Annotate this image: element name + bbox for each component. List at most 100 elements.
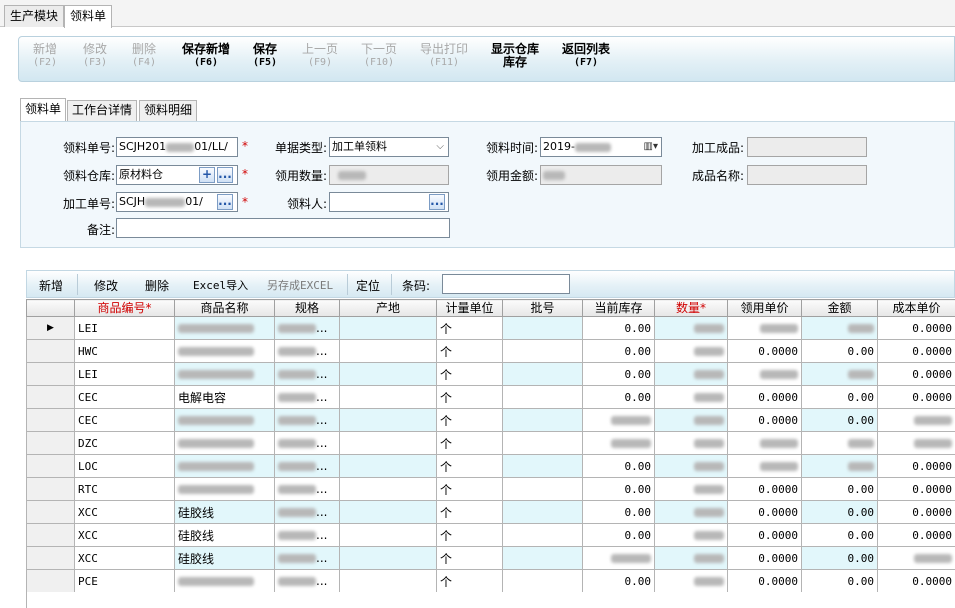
cell-cost-price[interactable]: 0.0000 xyxy=(877,569,955,593)
cell-spec[interactable]: ... xyxy=(274,477,340,501)
cell-stock[interactable] xyxy=(582,546,655,570)
cell-code[interactable]: RTC xyxy=(74,477,175,501)
cell-amount[interactable] xyxy=(801,362,878,386)
cell-quantity[interactable] xyxy=(654,339,728,363)
cell-unit-price[interactable] xyxy=(727,362,802,386)
cell-unit[interactable]: 个 xyxy=(436,500,503,524)
cell-code[interactable]: CEC xyxy=(74,385,175,409)
table-row[interactable]: HWC... 个 0.00 0.0000 0.00 0.0000 xyxy=(26,339,955,363)
tab-requisition-details[interactable]: 领料明细 xyxy=(139,100,198,121)
table-row[interactable]: LEI... 个 0.00 0.0000 xyxy=(26,362,955,386)
remark-field[interactable] xyxy=(116,218,450,238)
cell-stock[interactable]: 0.00 xyxy=(582,316,655,340)
cell-batch[interactable] xyxy=(502,385,583,409)
cell-unit-price[interactable]: 0.0000 xyxy=(727,500,802,524)
save-and-new-button[interactable]: 保存新增 (F6) xyxy=(179,43,233,69)
column-header-unit[interactable]: 计量单位 xyxy=(436,299,503,317)
cell-quantity[interactable] xyxy=(654,362,728,386)
cell-origin[interactable] xyxy=(339,523,437,547)
cell-code[interactable]: DZC xyxy=(74,431,175,455)
cell-amount[interactable]: 0.00 xyxy=(801,477,878,501)
work-order-field[interactable]: SCJH 01/ ... xyxy=(116,192,238,212)
cell-code[interactable]: HWC xyxy=(74,339,175,363)
barcode-input[interactable] xyxy=(442,274,570,294)
tab-workbench-details[interactable]: 工作台详情 xyxy=(67,100,138,121)
cell-stock[interactable]: 0.00 xyxy=(582,362,655,386)
cell-name[interactable] xyxy=(174,316,275,340)
table-row[interactable]: CEC 电解电容... 个 0.00 0.0000 0.00 0.0000 xyxy=(26,385,955,409)
row-selector[interactable] xyxy=(26,569,75,593)
table-row[interactable]: ▶ LEI... 个 0.00 0.0000 xyxy=(26,316,955,340)
cell-unit[interactable]: 个 xyxy=(436,477,503,501)
cell-code[interactable]: LOC xyxy=(74,454,175,478)
table-row[interactable]: XCC 硅胶线... 个 0.00 0.0000 0.00 0.0000 xyxy=(26,500,955,524)
back-to-list-button[interactable]: 返回列表 (F7) xyxy=(559,43,613,69)
delete-button[interactable]: 删除 (F4) xyxy=(129,43,159,69)
cell-unit[interactable]: 个 xyxy=(436,546,503,570)
cell-name[interactable]: 硅胶线 xyxy=(174,546,275,570)
cell-cost-price[interactable] xyxy=(877,431,955,455)
cell-name[interactable] xyxy=(174,339,275,363)
cell-batch[interactable] xyxy=(502,431,583,455)
cell-cost-price[interactable]: 0.0000 xyxy=(877,385,955,409)
cell-unit[interactable]: 个 xyxy=(436,385,503,409)
cell-quantity[interactable] xyxy=(654,569,728,593)
row-selector[interactable] xyxy=(26,454,75,478)
cell-unit[interactable]: 个 xyxy=(436,339,503,363)
cell-spec[interactable]: ... xyxy=(274,408,340,432)
table-row[interactable]: PCE... 个 0.00 0.0000 0.00 0.0000 xyxy=(26,569,955,593)
cell-amount[interactable] xyxy=(801,454,878,478)
table-row[interactable]: RTC... 个 0.00 0.0000 0.00 0.0000 xyxy=(26,477,955,501)
tab-requisition-form[interactable]: 领料单 xyxy=(20,98,67,121)
cell-spec[interactable]: ... xyxy=(274,431,340,455)
cell-name[interactable] xyxy=(174,362,275,386)
cell-code[interactable]: LEI xyxy=(74,316,175,340)
cell-spec[interactable]: ... xyxy=(274,500,340,524)
cell-stock[interactable] xyxy=(582,408,655,432)
column-header-stock[interactable]: 当前库存 xyxy=(582,299,655,317)
cell-spec[interactable]: ... xyxy=(274,385,340,409)
add-button[interactable]: 新增 (F2) xyxy=(31,43,59,69)
cell-spec[interactable]: ... xyxy=(274,362,340,386)
lookup-icon[interactable]: ... xyxy=(217,194,233,210)
column-header-spec[interactable]: 规格 xyxy=(274,299,340,317)
cell-unit[interactable]: 个 xyxy=(436,454,503,478)
table-row[interactable]: XCC 硅胶线... 个 0.00 0.0000 0.00 0.0000 xyxy=(26,523,955,547)
cell-origin[interactable] xyxy=(339,385,437,409)
warehouse-field[interactable]: 原材料仓 + ... xyxy=(116,165,238,185)
cell-name[interactable] xyxy=(174,454,275,478)
picker-field[interactable]: ... xyxy=(329,192,449,212)
column-header-code[interactable]: 商品编号* xyxy=(74,299,175,317)
cell-unit[interactable]: 个 xyxy=(436,408,503,432)
lookup-icon[interactable]: ... xyxy=(429,194,445,210)
cell-spec[interactable]: ... xyxy=(274,546,340,570)
finished-product-field[interactable] xyxy=(747,137,867,157)
cell-unit-price[interactable] xyxy=(727,454,802,478)
cell-spec[interactable]: ... xyxy=(274,454,340,478)
cell-amount[interactable] xyxy=(801,316,878,340)
column-header-batch[interactable]: 批号 xyxy=(502,299,583,317)
cell-cost-price[interactable]: 0.0000 xyxy=(877,454,955,478)
product-name-field[interactable] xyxy=(747,165,867,185)
cell-cost-price[interactable] xyxy=(877,546,955,570)
save-button[interactable]: 保存 (F5) xyxy=(251,43,279,69)
cell-batch[interactable] xyxy=(502,546,583,570)
previous-page-button[interactable]: 上一页 (F9) xyxy=(301,43,339,69)
cell-unit[interactable]: 个 xyxy=(436,523,503,547)
cell-code[interactable]: XCC xyxy=(74,500,175,524)
cell-unit[interactable]: 个 xyxy=(436,431,503,455)
cell-unit-price[interactable]: 0.0000 xyxy=(727,523,802,547)
cell-quantity[interactable] xyxy=(654,408,728,432)
column-header-amount[interactable]: 金额 xyxy=(801,299,878,317)
doc-type-select[interactable]: 加工单领料 ⌵ xyxy=(329,137,449,157)
cell-quantity[interactable] xyxy=(654,523,728,547)
row-selector[interactable] xyxy=(26,431,75,455)
cell-amount[interactable]: 0.00 xyxy=(801,339,878,363)
cell-code[interactable]: PCE xyxy=(74,569,175,593)
cell-stock[interactable]: 0.00 xyxy=(582,477,655,501)
row-selector[interactable] xyxy=(26,477,75,501)
tab-production-module[interactable]: 生产模块 xyxy=(4,5,65,27)
cell-amount[interactable]: 0.00 xyxy=(801,523,878,547)
next-page-button[interactable]: 下一页 (F10) xyxy=(359,43,399,69)
locate-button[interactable]: 定位 xyxy=(356,277,380,294)
